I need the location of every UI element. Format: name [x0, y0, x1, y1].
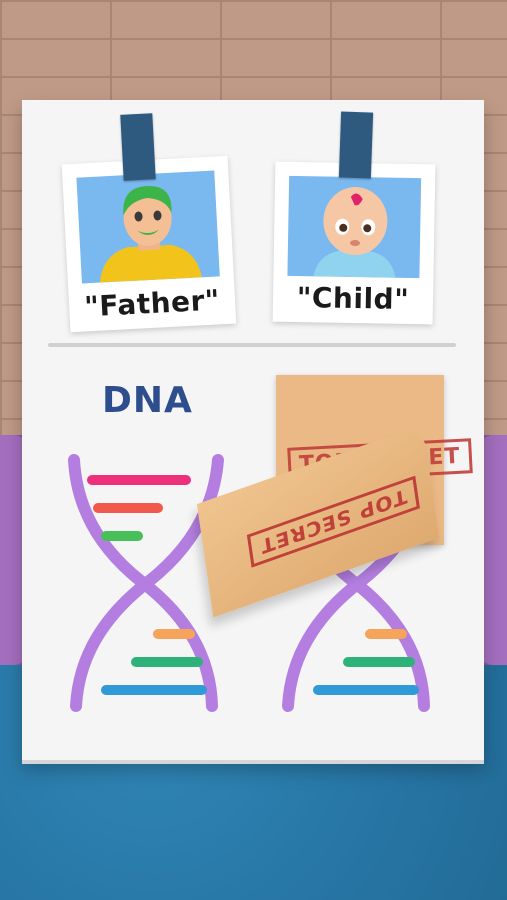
child-caption: "Child"	[296, 281, 410, 316]
father-avatar-icon	[99, 186, 202, 283]
baby-avatar-icon	[313, 187, 396, 278]
child-photo[interactable]: "Child"	[272, 161, 436, 325]
child-portrait	[287, 175, 422, 279]
tape-child	[338, 111, 374, 179]
dna-label: DNA	[102, 380, 193, 421]
father-photo[interactable]: "Father"	[61, 155, 237, 333]
father-portrait	[76, 170, 220, 284]
board-divider	[48, 343, 456, 347]
father-caption: "Father"	[83, 283, 221, 324]
tape-father	[120, 113, 156, 181]
